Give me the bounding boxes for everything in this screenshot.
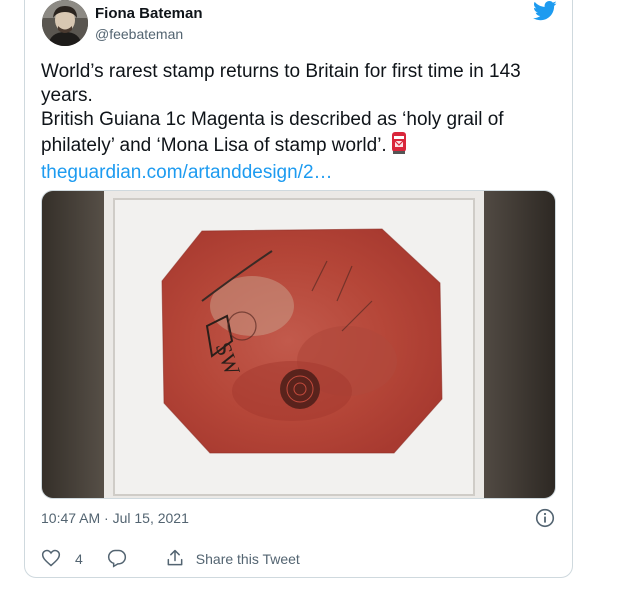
reply-bubble-icon	[107, 548, 127, 571]
share-button[interactable]: Share this Tweet	[165, 548, 300, 571]
postbox-emoji-icon	[390, 132, 408, 161]
tweet-text: World’s rarest stamp returns to Britain …	[41, 60, 556, 185]
tweet-photo[interactable]: SW	[41, 190, 556, 499]
twitter-bird-icon[interactable]	[533, 0, 557, 22]
like-button[interactable]: 4	[41, 548, 83, 571]
author-name[interactable]: Fiona Bateman	[95, 5, 203, 22]
article-link[interactable]: theguardian.com/artanddesign/2…	[41, 161, 556, 185]
share-label: Share this Tweet	[195, 551, 300, 567]
tweet-text-line: World’s rarest stamp returns to Britain …	[41, 61, 521, 82]
tweet-timestamp[interactable]: 10:47 AM · Jul 15, 2021	[41, 510, 189, 526]
tweet-text-line: British Guiana 1c Magenta is described a…	[41, 109, 504, 130]
share-upload-icon	[165, 548, 185, 571]
tweet-text-line: philately’ and ‘Mona Lisa of stamp world…	[41, 132, 556, 161]
info-icon[interactable]	[535, 508, 555, 528]
heart-icon	[41, 548, 61, 571]
avatar[interactable]	[42, 0, 88, 46]
like-count: 4	[75, 551, 83, 567]
stamp-photo-image: SW	[42, 191, 555, 498]
tweet-actions: 4 Share this Tweet	[41, 547, 300, 571]
tweet-text-line: years.	[41, 85, 93, 106]
reply-button[interactable]	[107, 548, 127, 571]
tweet-text-segment: philately’ and ‘Mona Lisa of stamp world…	[41, 135, 387, 156]
author-handle[interactable]: @feebateman	[95, 26, 183, 42]
